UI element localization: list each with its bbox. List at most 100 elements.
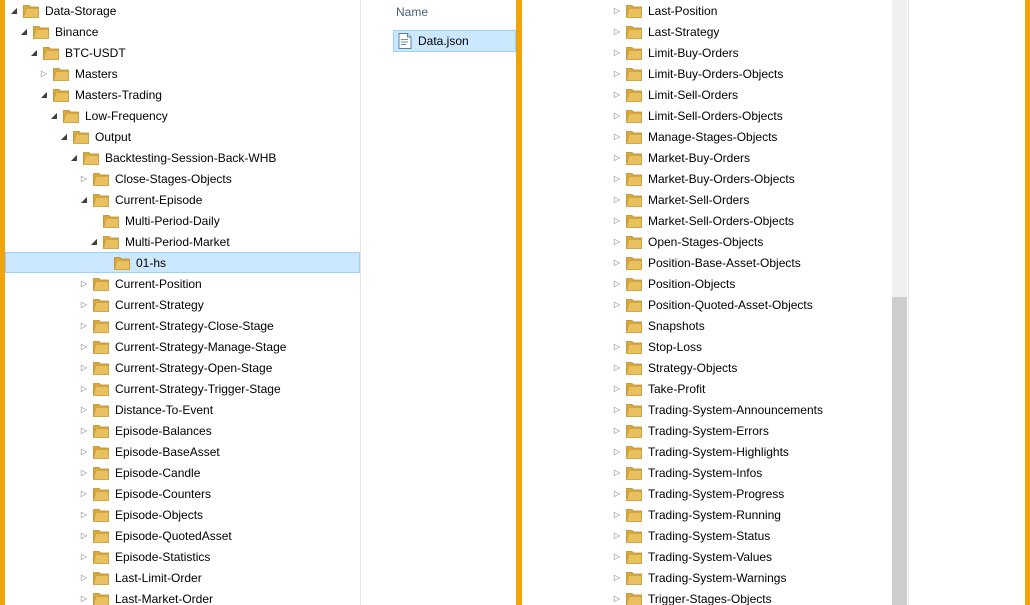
tree-item-data-storage[interactable]: ◢ Data-Storage xyxy=(5,0,360,21)
tree-item-close-stages-objects[interactable]: ▷ Close-Stages-Objects xyxy=(5,168,360,189)
tree-item-limit-buy-orders-objects[interactable]: ▷ Limit-Buy-Orders-Objects xyxy=(522,63,892,84)
tree-item-trading-system-running[interactable]: ▷ Trading-System-Running xyxy=(522,504,892,525)
expanded-arrow-icon[interactable]: ◢ xyxy=(49,111,59,121)
collapsed-arrow-icon[interactable]: ▷ xyxy=(79,363,89,373)
collapsed-arrow-icon[interactable]: ▷ xyxy=(612,489,622,499)
collapsed-arrow-icon[interactable]: ▷ xyxy=(79,552,89,562)
tree-item-trading-system-highlights[interactable]: ▷ Trading-System-Highlights xyxy=(522,441,892,462)
tree-item-distance-to-event[interactable]: ▷ Distance-To-Event xyxy=(5,399,360,420)
tree-item-binance[interactable]: ◢ Binance xyxy=(5,21,360,42)
expanded-arrow-icon[interactable]: ◢ xyxy=(69,153,79,163)
tree-item-trading-system-progress[interactable]: ▷ Trading-System-Progress xyxy=(522,483,892,504)
tree-item-open-stages-objects[interactable]: ▷ Open-Stages-Objects xyxy=(522,231,892,252)
tree-item-trading-system-warnings[interactable]: ▷ Trading-System-Warnings xyxy=(522,567,892,588)
tree-item-market-buy-orders-objects[interactable]: ▷ Market-Buy-Orders-Objects xyxy=(522,168,892,189)
tree-item-limit-sell-orders-objects[interactable]: ▷ Limit-Sell-Orders-Objects xyxy=(522,105,892,126)
collapsed-arrow-icon[interactable]: ▷ xyxy=(612,573,622,583)
tree-item-episode-candle[interactable]: ▷ Episode-Candle xyxy=(5,462,360,483)
tree-item-last-limit-order[interactable]: ▷ Last-Limit-Order xyxy=(5,567,360,588)
collapsed-arrow-icon[interactable]: ▷ xyxy=(79,447,89,457)
tree-item-low-frequency[interactable]: ◢ Low-Frequency xyxy=(5,105,360,126)
tree-item-episode-statistics[interactable]: ▷ Episode-Statistics xyxy=(5,546,360,567)
expanded-arrow-icon[interactable]: ◢ xyxy=(9,6,19,16)
tree-item-trading-system-errors[interactable]: ▷ Trading-System-Errors xyxy=(522,420,892,441)
tree-item-current-strategy-manage-stage[interactable]: ▷ Current-Strategy-Manage-Stage xyxy=(5,336,360,357)
collapsed-arrow-icon[interactable]: ▷ xyxy=(612,405,622,415)
tree-item-position-quoted-asset-objects[interactable]: ▷ Position-Quoted-Asset-Objects xyxy=(522,294,892,315)
tree-item-trading-system-announcements[interactable]: ▷ Trading-System-Announcements xyxy=(522,399,892,420)
collapsed-arrow-icon[interactable]: ▷ xyxy=(79,174,89,184)
tree-item-market-buy-orders[interactable]: ▷ Market-Buy-Orders xyxy=(522,147,892,168)
collapsed-arrow-icon[interactable]: ▷ xyxy=(612,69,622,79)
collapsed-arrow-icon[interactable]: ▷ xyxy=(612,279,622,289)
expanded-arrow-icon[interactable]: ◢ xyxy=(19,27,29,37)
tree-item-trading-system-status[interactable]: ▷ Trading-System-Status xyxy=(522,525,892,546)
collapsed-arrow-icon[interactable]: ▷ xyxy=(79,342,89,352)
collapsed-arrow-icon[interactable]: ▷ xyxy=(612,216,622,226)
tree-item-strategy-objects[interactable]: ▷ Strategy-Objects xyxy=(522,357,892,378)
tree-item-current-strategy-close-stage[interactable]: ▷ Current-Strategy-Close-Stage xyxy=(5,315,360,336)
collapsed-arrow-icon[interactable]: ▷ xyxy=(79,573,89,583)
tree-item-stop-loss[interactable]: ▷ Stop-Loss xyxy=(522,336,892,357)
collapsed-arrow-icon[interactable]: ▷ xyxy=(79,489,89,499)
tree-item-limit-buy-orders[interactable]: ▷ Limit-Buy-Orders xyxy=(522,42,892,63)
tree-item-trading-system-values[interactable]: ▷ Trading-System-Values xyxy=(522,546,892,567)
collapsed-arrow-icon[interactable]: ▷ xyxy=(612,237,622,247)
collapsed-arrow-icon[interactable]: ▷ xyxy=(612,6,622,16)
tree-item-market-sell-orders-objects[interactable]: ▷ Market-Sell-Orders-Objects xyxy=(522,210,892,231)
collapsed-arrow-icon[interactable]: ▷ xyxy=(79,426,89,436)
tree-item-multi-period-daily[interactable]: Multi-Period-Daily xyxy=(5,210,360,231)
tree-item-trigger-stages-objects[interactable]: ▷ Trigger-Stages-Objects xyxy=(522,588,892,605)
collapsed-arrow-icon[interactable]: ▷ xyxy=(79,321,89,331)
tree-item-episode-counters[interactable]: ▷ Episode-Counters xyxy=(5,483,360,504)
tree-item-episode-baseasset[interactable]: ▷ Episode-BaseAsset xyxy=(5,441,360,462)
collapsed-arrow-icon[interactable]: ▷ xyxy=(612,27,622,37)
collapsed-arrow-icon[interactable]: ▷ xyxy=(612,342,622,352)
collapsed-arrow-icon[interactable]: ▷ xyxy=(612,468,622,478)
collapsed-arrow-icon[interactable]: ▷ xyxy=(612,594,622,604)
collapsed-arrow-icon[interactable]: ▷ xyxy=(612,552,622,562)
collapsed-arrow-icon[interactable]: ▷ xyxy=(612,174,622,184)
tree-item-current-strategy-open-stage[interactable]: ▷ Current-Strategy-Open-Stage xyxy=(5,357,360,378)
collapsed-arrow-icon[interactable]: ▷ xyxy=(79,510,89,520)
collapsed-arrow-icon[interactable]: ▷ xyxy=(79,468,89,478)
collapsed-arrow-icon[interactable]: ▷ xyxy=(39,69,49,79)
tree-item-episode-objects[interactable]: ▷ Episode-Objects xyxy=(5,504,360,525)
tree-item-last-strategy[interactable]: ▷ Last-Strategy xyxy=(522,21,892,42)
collapsed-arrow-icon[interactable]: ▷ xyxy=(612,531,622,541)
tree-item-last-position[interactable]: ▷ Last-Position xyxy=(522,0,892,21)
collapsed-arrow-icon[interactable]: ▷ xyxy=(79,531,89,541)
collapsed-arrow-icon[interactable]: ▷ xyxy=(612,132,622,142)
collapsed-arrow-icon[interactable]: ▷ xyxy=(79,594,89,604)
tree-item-manage-stages-objects[interactable]: ▷ Manage-Stages-Objects xyxy=(522,126,892,147)
tree-item-btc-usdt[interactable]: ◢ BTC-USDT xyxy=(5,42,360,63)
collapsed-arrow-icon[interactable]: ▷ xyxy=(612,48,622,58)
collapsed-arrow-icon[interactable]: ▷ xyxy=(612,426,622,436)
collapsed-arrow-icon[interactable]: ▷ xyxy=(612,363,622,373)
collapsed-arrow-icon[interactable]: ▷ xyxy=(612,447,622,457)
tree-item-current-episode[interactable]: ◢ Current-Episode xyxy=(5,189,360,210)
tree-item-snapshots[interactable]: Snapshots xyxy=(522,315,892,336)
tree-item-backtesting-session-back-whb[interactable]: ◢ Backtesting-Session-Back-WHB xyxy=(5,147,360,168)
tree-item-last-market-order[interactable]: ▷ Last-Market-Order xyxy=(5,588,360,605)
tree-item-position-base-asset-objects[interactable]: ▷ Position-Base-Asset-Objects xyxy=(522,252,892,273)
collapsed-arrow-icon[interactable]: ▷ xyxy=(612,510,622,520)
expanded-arrow-icon[interactable]: ◢ xyxy=(59,132,69,142)
expanded-arrow-icon[interactable]: ◢ xyxy=(79,195,89,205)
expanded-arrow-icon[interactable]: ◢ xyxy=(39,90,49,100)
tree-item-current-position[interactable]: ▷ Current-Position xyxy=(5,273,360,294)
tree-item-trading-system-infos[interactable]: ▷ Trading-System-Infos xyxy=(522,462,892,483)
tree-item-take-profit[interactable]: ▷ Take-Profit xyxy=(522,378,892,399)
tree-item-multi-period-market[interactable]: ◢ Multi-Period-Market xyxy=(5,231,360,252)
tree-item-output[interactable]: ◢ Output xyxy=(5,126,360,147)
collapsed-arrow-icon[interactable]: ▷ xyxy=(79,300,89,310)
tree-item-position-objects[interactable]: ▷ Position-Objects xyxy=(522,273,892,294)
column-header-name[interactable]: Name xyxy=(376,0,516,24)
tree-item-episode-balances[interactable]: ▷ Episode-Balances xyxy=(5,420,360,441)
tree-item-limit-sell-orders[interactable]: ▷ Limit-Sell-Orders xyxy=(522,84,892,105)
collapsed-arrow-icon[interactable]: ▷ xyxy=(612,195,622,205)
tree-item-current-strategy[interactable]: ▷ Current-Strategy xyxy=(5,294,360,315)
collapsed-arrow-icon[interactable]: ▷ xyxy=(612,153,622,163)
file-row-data-json[interactable]: Data.json xyxy=(393,30,516,52)
expanded-arrow-icon[interactable]: ◢ xyxy=(29,48,39,58)
